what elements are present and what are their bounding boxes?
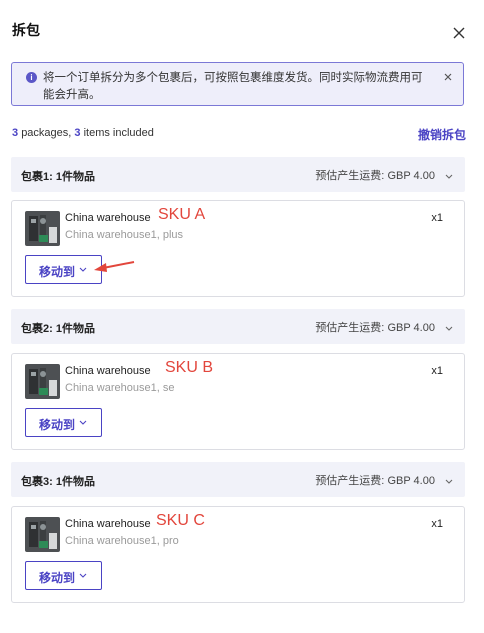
package-title: 包裹2: 1件物品 <box>21 323 95 335</box>
move-to-button[interactable]: 移动到 <box>25 408 102 437</box>
packages-word: packages, <box>21 127 72 139</box>
chevron-down-icon <box>445 326 453 331</box>
package-title: 包裹3: 1件物品 <box>21 476 95 488</box>
item-variant: China warehouse1, se <box>65 382 175 394</box>
package-header: 包裹2: 1件物品 预估产生运费: GBP 4.00 <box>11 309 465 344</box>
shipping-value: GBP 4.00 <box>387 170 435 182</box>
dialog-header: 拆包 <box>12 20 472 42</box>
close-icon[interactable] <box>443 72 453 82</box>
shipping-estimate-dropdown[interactable]: 预估产生运费: GBP 4.00 <box>315 319 453 335</box>
move-to-button[interactable]: 移动到 <box>25 255 102 284</box>
item-name: China warehouse <box>65 518 151 530</box>
chevron-down-icon <box>79 420 87 425</box>
undo-split-button[interactable]: 撤销拆包 <box>418 126 466 143</box>
item-name: China warehouse <box>65 212 151 224</box>
shipping-label: 预估产生运费: <box>315 322 385 334</box>
sku-annotation: SKU C <box>156 512 205 529</box>
item-quantity: x1 <box>431 365 443 377</box>
package-item-card: China warehouse China warehouse1, pro SK… <box>11 506 465 603</box>
close-icon[interactable] <box>452 26 466 40</box>
chevron-down-icon <box>445 479 453 484</box>
sku-annotation: SKU A <box>158 206 206 223</box>
shipping-value: GBP 4.00 <box>387 475 435 487</box>
item-variant: China warehouse1, pro <box>65 535 179 547</box>
info-icon: i <box>26 72 37 83</box>
chevron-down-icon <box>445 174 453 179</box>
shipping-value: GBP 4.00 <box>387 322 435 334</box>
sku-annotation: SKU B <box>165 359 214 376</box>
package-summary: 3 packages, 3 items included <box>12 127 154 139</box>
dialog-title: 拆包 <box>12 22 40 38</box>
items-word: items included <box>83 127 154 139</box>
shipping-estimate-dropdown[interactable]: 预估产生运费: GBP 4.00 <box>315 167 453 183</box>
move-to-label: 移动到 <box>39 418 76 432</box>
move-to-label: 移动到 <box>39 265 76 279</box>
info-banner: i 将一个订单拆分为多个包裹后，可按照包裹维度发货。同时实际物流费用可能会升高。 <box>11 62 464 106</box>
package-title: 包裹1: 1件物品 <box>21 171 95 183</box>
package-count: 3 <box>12 127 19 139</box>
shipping-label: 预估产生运费: <box>315 475 385 487</box>
annotation-arrow-icon <box>94 261 135 272</box>
package-header: 包裹1: 1件物品 预估产生运费: GBP 4.00 <box>11 157 465 192</box>
move-to-label: 移动到 <box>39 571 76 585</box>
shipping-estimate-dropdown[interactable]: 预估产生运费: GBP 4.00 <box>315 472 453 488</box>
item-variant: China warehouse1, plus <box>65 229 184 241</box>
product-thumbnail <box>25 211 60 246</box>
package-item-card: China warehouse China warehouse1, plus S… <box>11 200 465 297</box>
item-quantity: x1 <box>431 212 443 224</box>
chevron-down-icon <box>79 267 87 272</box>
item-count: 3 <box>74 127 81 139</box>
package-header: 包裹3: 1件物品 预估产生运费: GBP 4.00 <box>11 462 465 497</box>
product-thumbnail <box>25 364 60 399</box>
item-name: China warehouse <box>65 365 151 377</box>
shipping-label: 预估产生运费: <box>315 170 385 182</box>
move-to-button[interactable]: 移动到 <box>25 561 102 590</box>
info-text: 将一个订单拆分为多个包裹后，可按照包裹维度发货。同时实际物流费用可能会升高。 <box>43 72 423 101</box>
item-quantity: x1 <box>431 518 443 530</box>
package-item-card: China warehouse China warehouse1, se SKU… <box>11 353 465 450</box>
product-thumbnail <box>25 517 60 552</box>
chevron-down-icon <box>79 573 87 578</box>
